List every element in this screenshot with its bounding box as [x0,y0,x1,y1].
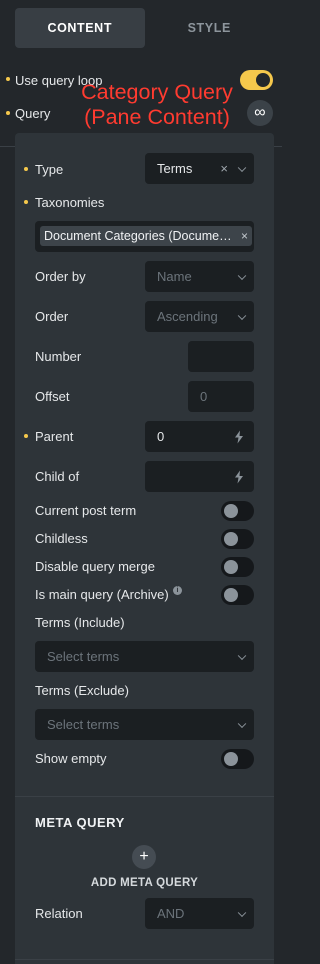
taxonomy-chip-label: Document Categories (Documents) [44,229,234,243]
query-settings-popup: Type Terms × Taxonomies Document Categor… [15,133,274,964]
info-icon[interactable]: i [173,586,182,595]
panel-tabs: CONTENT STYLE [15,8,274,48]
order-by-select[interactable]: Name [145,261,254,292]
terms-include-label: Terms (Include) [35,615,125,630]
toggle-knob [224,504,238,518]
annotation-line-1: Category Query [81,80,233,104]
chevron-down-icon [237,908,247,917]
modified-indicator-dot [24,200,28,204]
order-by-placeholder: Name [157,269,192,284]
infinity-glyph: ∞ [254,104,266,121]
terms-include-placeholder: Select terms [47,649,120,664]
taxonomy-chip: Document Categories (Documents) × [40,226,252,246]
chevron-down-icon [237,311,247,320]
current-post-term-toggle[interactable] [221,501,254,521]
toggle-knob [224,752,238,766]
clear-icon[interactable]: × [220,161,228,176]
is-main-query-label: Is main query (Archive) [35,587,169,602]
tab-style[interactable]: STYLE [145,8,275,48]
order-placeholder: Ascending [157,309,218,324]
chevron-down-icon [237,271,247,280]
number-input[interactable] [188,341,254,372]
childless-toggle[interactable] [221,529,254,549]
offset-label: Offset [35,389,70,404]
toggle-knob [224,560,238,574]
chip-remove-icon[interactable]: × [241,229,248,243]
relation-label: Relation [35,906,83,921]
order-label: Order [35,309,69,324]
modified-indicator-dot [24,167,28,171]
type-select[interactable]: Terms × [145,153,254,184]
dynamic-data-icon[interactable] [234,470,244,483]
taxonomies-select[interactable]: Document Categories (Documents) × [35,221,254,252]
parent-value: 0 [157,429,165,444]
terms-exclude-select[interactable]: Select terms [35,709,254,740]
child-of-label: Child of [35,469,80,484]
type-label: Type [35,162,64,177]
modified-indicator-dot [24,434,28,438]
offset-placeholder: 0 [200,389,208,404]
divider [15,796,274,797]
relation-placeholder: AND [157,906,185,921]
offset-input[interactable]: 0 [188,381,254,412]
annotation-text: Category Query (Pane Content) [62,80,252,130]
terms-include-select[interactable]: Select terms [35,641,254,672]
toggle-knob [256,73,270,87]
is-main-query-toggle[interactable] [221,585,254,605]
modified-indicator-dot [6,77,10,81]
terms-exclude-label: Terms (Exclude) [35,683,129,698]
number-label: Number [35,349,82,364]
chevron-down-icon [237,163,247,172]
parent-input[interactable]: 0 [145,421,254,452]
childless-label: Childless [35,531,88,546]
show-empty-label: Show empty [35,751,107,766]
divider [15,959,274,960]
add-meta-query-button[interactable]: ADD META QUERY [15,877,274,889]
taxonomies-label: Taxonomies [35,195,105,210]
chevron-down-icon [237,651,247,660]
info-glyph: i [176,587,179,594]
annotation-line-2: (Pane Content) [84,105,230,129]
modified-indicator-dot [6,111,10,115]
show-empty-toggle[interactable] [221,749,254,769]
disable-query-merge-toggle[interactable] [221,557,254,577]
query-label: Query [15,106,51,121]
parent-label: Parent [35,429,74,444]
toggle-knob [224,532,238,546]
current-post-term-label: Current post term [35,503,137,518]
type-value: Terms [157,161,193,176]
disable-query-merge-label: Disable query merge [35,559,155,574]
add-glyph: + [139,848,149,865]
relation-select[interactable]: AND [145,898,254,929]
chevron-down-icon [237,719,247,728]
child-of-input[interactable] [145,461,254,492]
toggle-knob [224,588,238,602]
order-by-label: Order by [35,269,86,284]
meta-query-heading: META QUERY [35,815,125,830]
dynamic-data-icon[interactable] [234,430,244,443]
terms-exclude-placeholder: Select terms [47,717,120,732]
order-select[interactable]: Ascending [145,301,254,332]
tab-content[interactable]: CONTENT [15,8,145,48]
add-icon[interactable]: + [132,845,156,869]
